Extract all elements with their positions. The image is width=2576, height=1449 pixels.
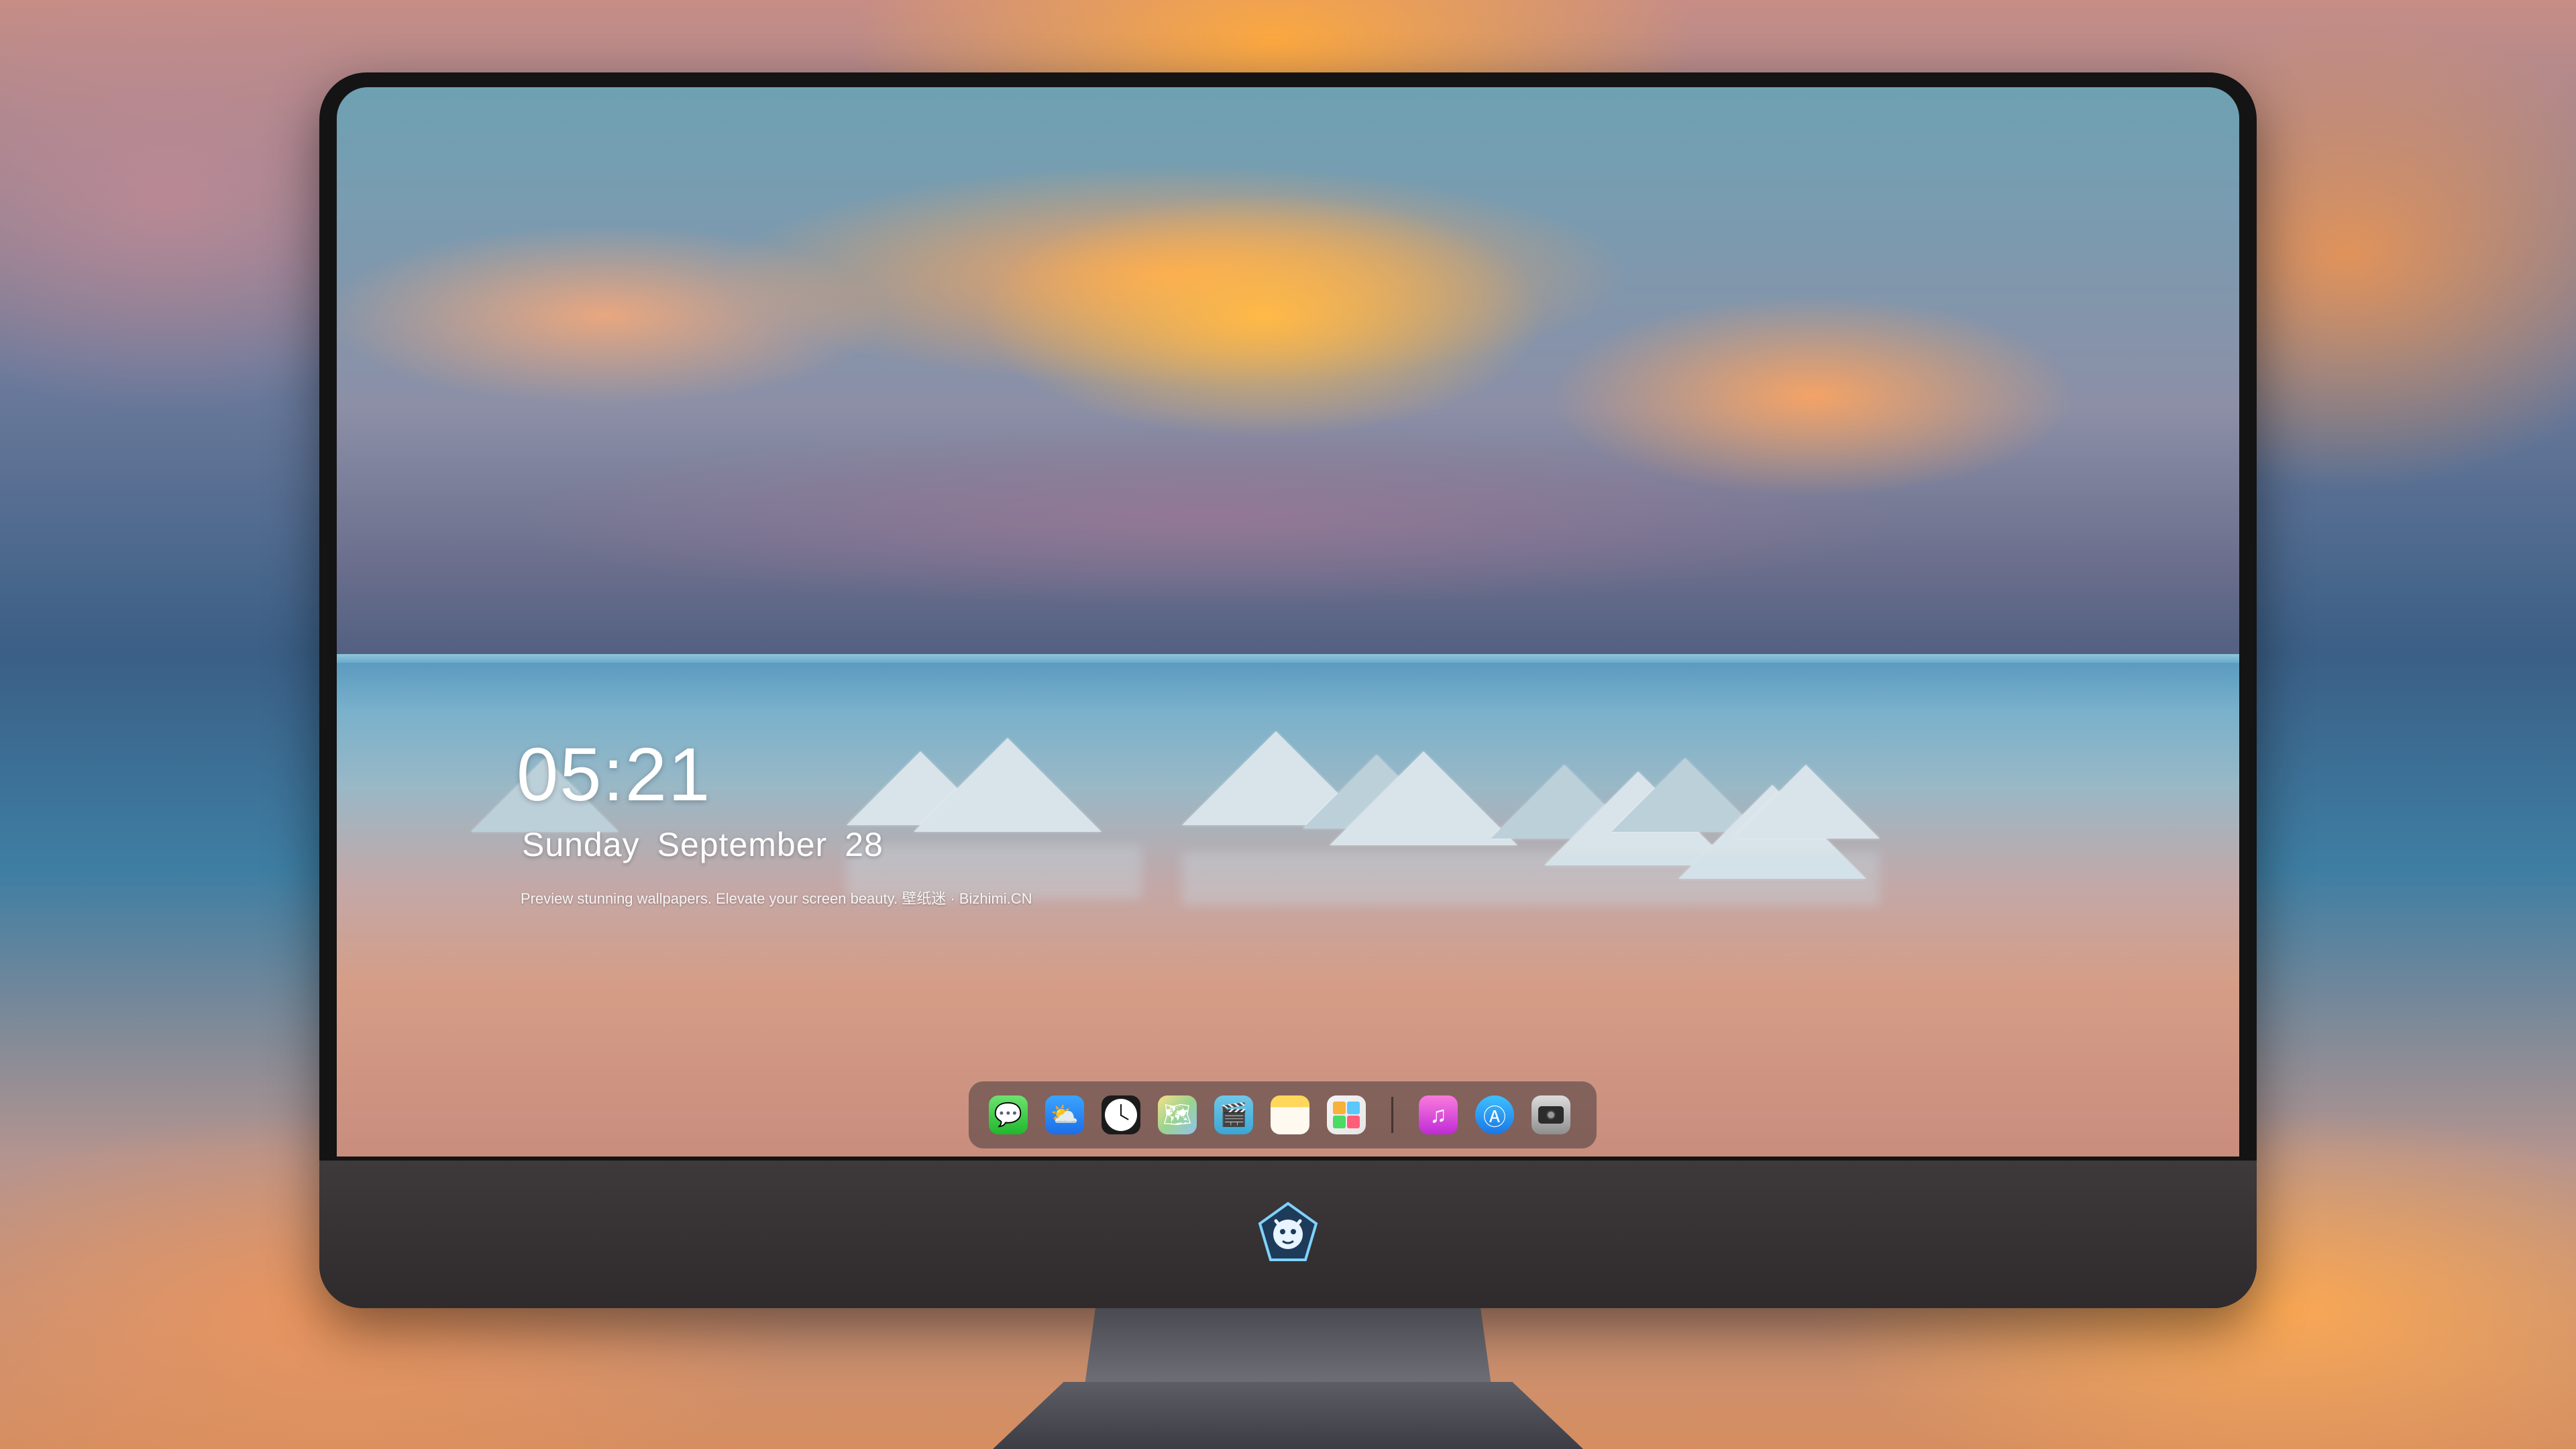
lock-date-weekday: Sunday	[522, 826, 640, 863]
mascot-logo-icon	[1258, 1201, 1318, 1261]
dock-separator	[1391, 1097, 1393, 1133]
photos-tiles	[1333, 1102, 1360, 1128]
monitor-stand-foot	[993, 1382, 1583, 1449]
video-clapper-icon[interactable]: 🎬	[1214, 1095, 1253, 1134]
lock-date-month: September	[657, 826, 828, 863]
weather-icon[interactable]: ⛅	[1045, 1095, 1084, 1134]
messages-icon[interactable]: 💬	[989, 1095, 1028, 1134]
wallpaper-tagline: Preview stunning wallpapers. Elevate you…	[521, 890, 1032, 907]
salt-pile	[914, 738, 1102, 832]
salt-pile-reflection	[1182, 852, 1880, 906]
clock-face	[1105, 1099, 1137, 1131]
monitor-chin	[319, 1161, 2257, 1308]
wallpaper-horizon	[337, 654, 2239, 663]
photos-icon[interactable]	[1327, 1095, 1366, 1134]
clock-icon[interactable]	[1102, 1095, 1140, 1134]
notes-icon[interactable]	[1271, 1095, 1309, 1134]
salt-pile	[1732, 765, 1880, 839]
camera-body	[1538, 1106, 1564, 1124]
dock: 💬 ⛅ 🗺 🎬 ♫ Ⓐ	[969, 1081, 1597, 1148]
app-store-icon[interactable]: Ⓐ	[1475, 1095, 1514, 1134]
salt-pile	[1330, 751, 1517, 845]
monitor: 05:21 Sunday September 28 Preview stunning…	[319, 72, 2257, 1308]
lock-date: Sunday September 28	[522, 825, 901, 864]
camera-icon[interactable]	[1532, 1095, 1570, 1134]
lock-screen[interactable]: 05:21 Sunday September 28 Preview stunning…	[337, 87, 2239, 1157]
music-icon[interactable]: ♫	[1419, 1095, 1458, 1134]
lock-clock: 05:21	[517, 733, 712, 816]
lock-date-day: 28	[845, 826, 883, 863]
maps-icon[interactable]: 🗺	[1158, 1095, 1197, 1134]
